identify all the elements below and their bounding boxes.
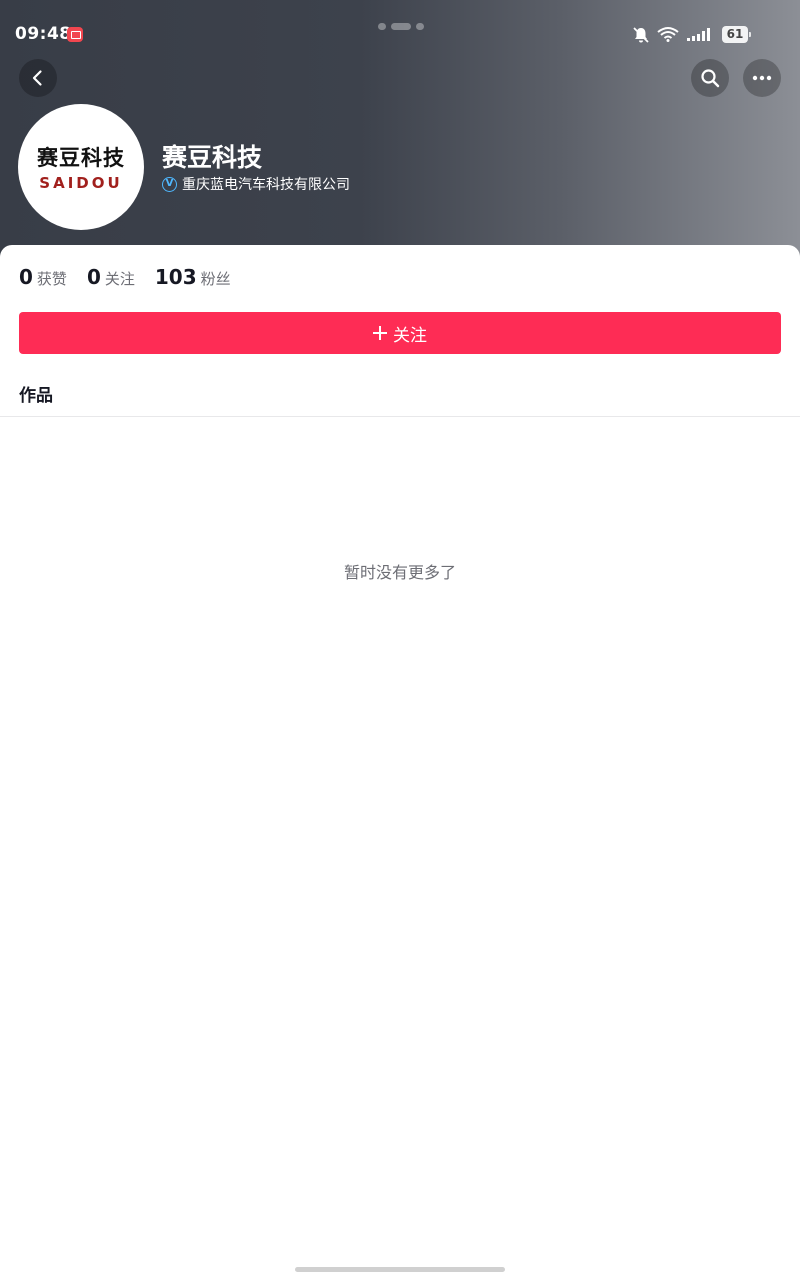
window-handle[interactable] xyxy=(378,15,429,30)
stat-following-label: 关注 xyxy=(104,270,135,288)
avatar[interactable]: 赛豆科技 SAIDOU xyxy=(18,104,144,230)
profile-page: 09:48 61 赛豆科技 SAIDOU 赛豆科技 V 重庆蓝电汽车科技有限公司… xyxy=(0,0,800,1280)
verified-company: 重庆蓝电汽车科技有限公司 xyxy=(182,177,350,193)
verified-icon: V xyxy=(162,176,177,192)
bell-off-icon xyxy=(633,27,649,43)
status-time: 09:48 xyxy=(15,24,72,44)
stat-following[interactable]: 0 关注 xyxy=(87,265,135,289)
stat-following-value: 0 xyxy=(86,265,101,289)
stat-followers[interactable]: 103 粉丝 xyxy=(155,265,231,289)
profile-content: 0 获赞 0 关注 103 粉丝 关注 作品 暂时没有更多了 xyxy=(0,245,800,1280)
avatar-logo-text: 赛豆科技 xyxy=(37,146,125,170)
stat-followers-value: 103 xyxy=(154,265,197,289)
stat-followers-label: 粉丝 xyxy=(200,270,231,288)
search-button[interactable] xyxy=(691,59,729,97)
follow-button-label: 关注 xyxy=(393,325,427,346)
more-icon xyxy=(752,75,772,81)
back-button[interactable] xyxy=(19,59,57,97)
back-arrow-icon xyxy=(32,70,42,86)
signal-icon xyxy=(687,28,710,41)
status-bar: 09:48 61 xyxy=(0,0,800,60)
more-button[interactable] xyxy=(743,59,781,97)
stats-row: 0 获赞 0 关注 103 粉丝 xyxy=(19,265,251,289)
home-indicator[interactable] xyxy=(295,1267,505,1272)
empty-state-message: 暂时没有更多了 xyxy=(343,563,456,582)
wifi-icon xyxy=(657,27,679,42)
battery-icon: 61 xyxy=(722,26,751,43)
verification-row: V 重庆蓝电汽车科技有限公司 xyxy=(162,174,350,194)
avatar-logo-subtext: SAIDOU xyxy=(39,174,123,192)
stat-likes-value: 0 xyxy=(19,265,33,289)
stat-likes[interactable]: 0 获赞 xyxy=(19,265,67,289)
stat-likes-label: 获赞 xyxy=(36,270,67,288)
plus-icon xyxy=(373,326,387,340)
tab-divider xyxy=(0,416,800,417)
app-notification-icon xyxy=(67,27,83,42)
follow-button[interactable]: 关注 xyxy=(19,312,781,354)
search-icon xyxy=(701,69,720,88)
profile-name: 赛豆科技 xyxy=(162,143,263,172)
tab-works[interactable]: 作品 xyxy=(19,381,53,406)
